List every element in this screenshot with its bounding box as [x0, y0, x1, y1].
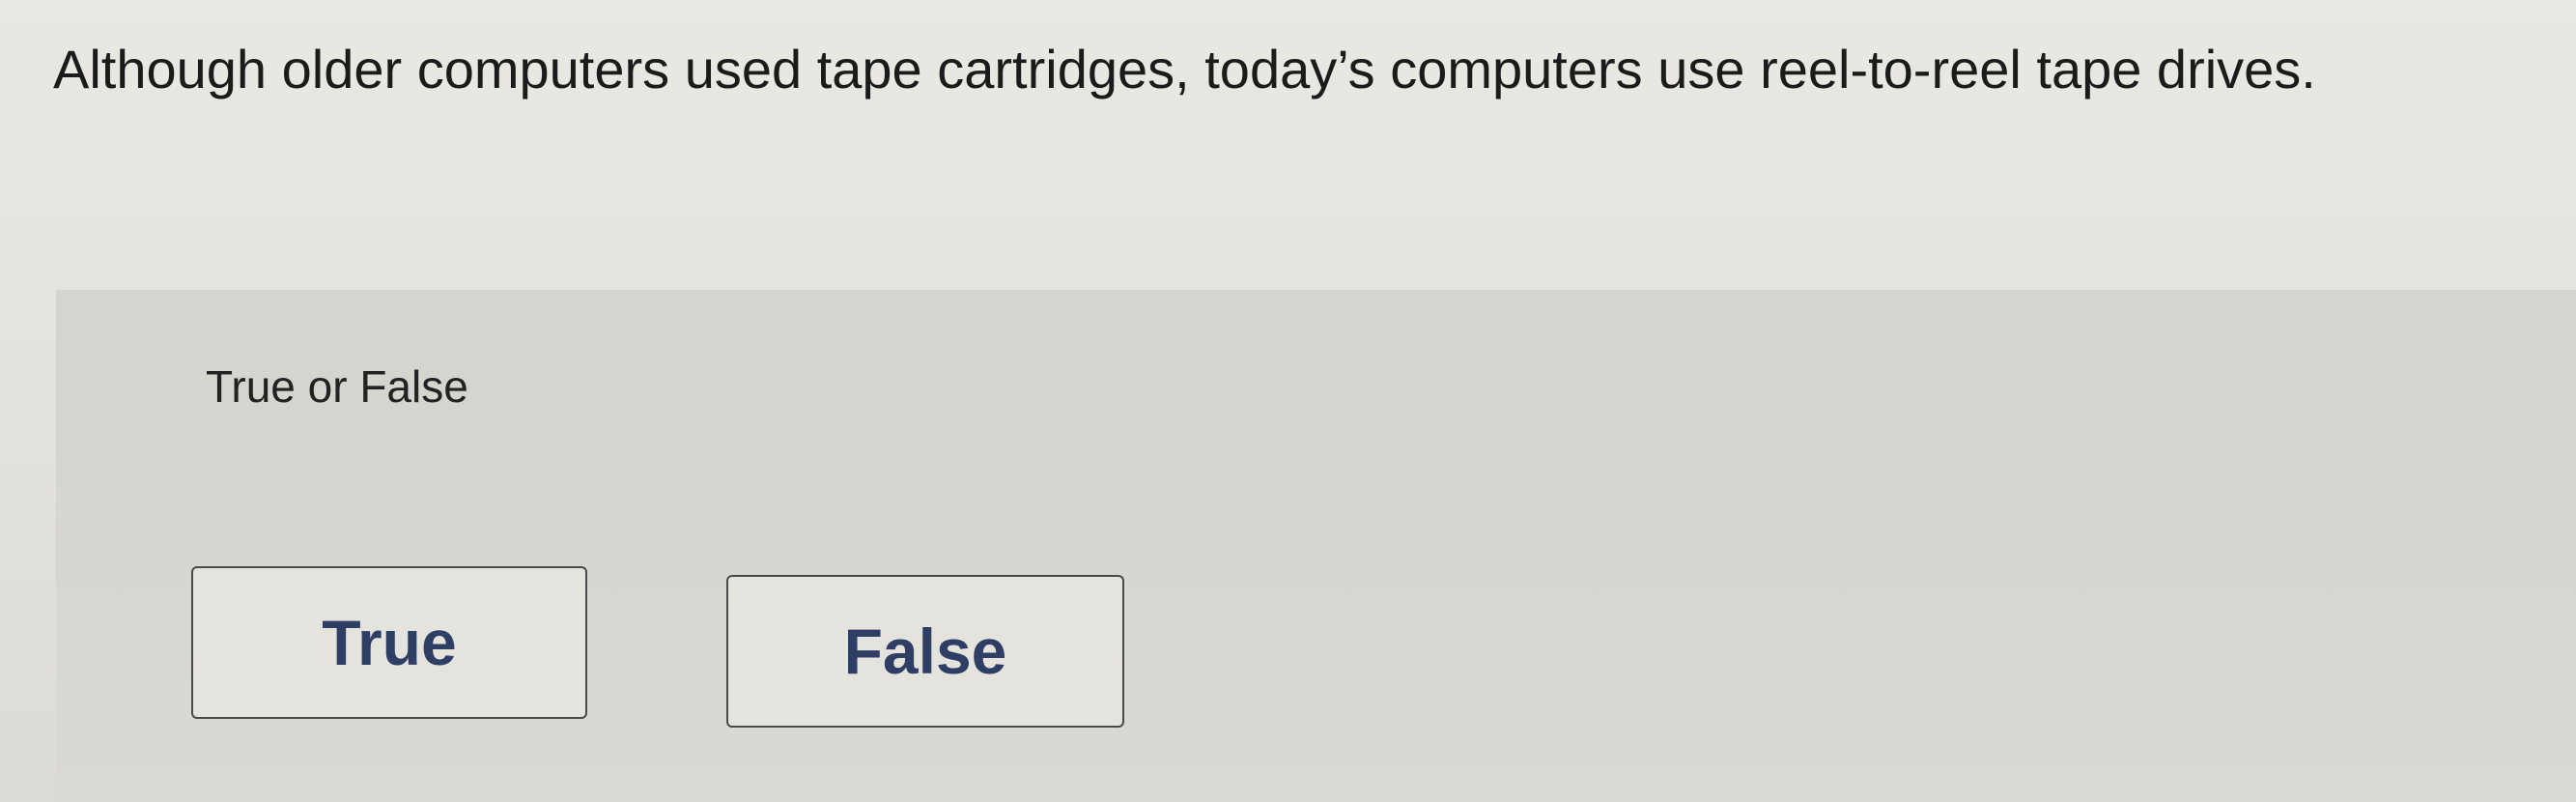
true-or-false-label: True or False: [206, 361, 468, 412]
answer-panel-header: True or False: [56, 290, 2576, 473]
question-text: Although older computers used tape cartr…: [53, 39, 2316, 100]
answer-panel: True or False True False: [56, 290, 2576, 802]
true-button[interactable]: True: [191, 566, 587, 719]
false-button[interactable]: False: [726, 575, 1124, 728]
